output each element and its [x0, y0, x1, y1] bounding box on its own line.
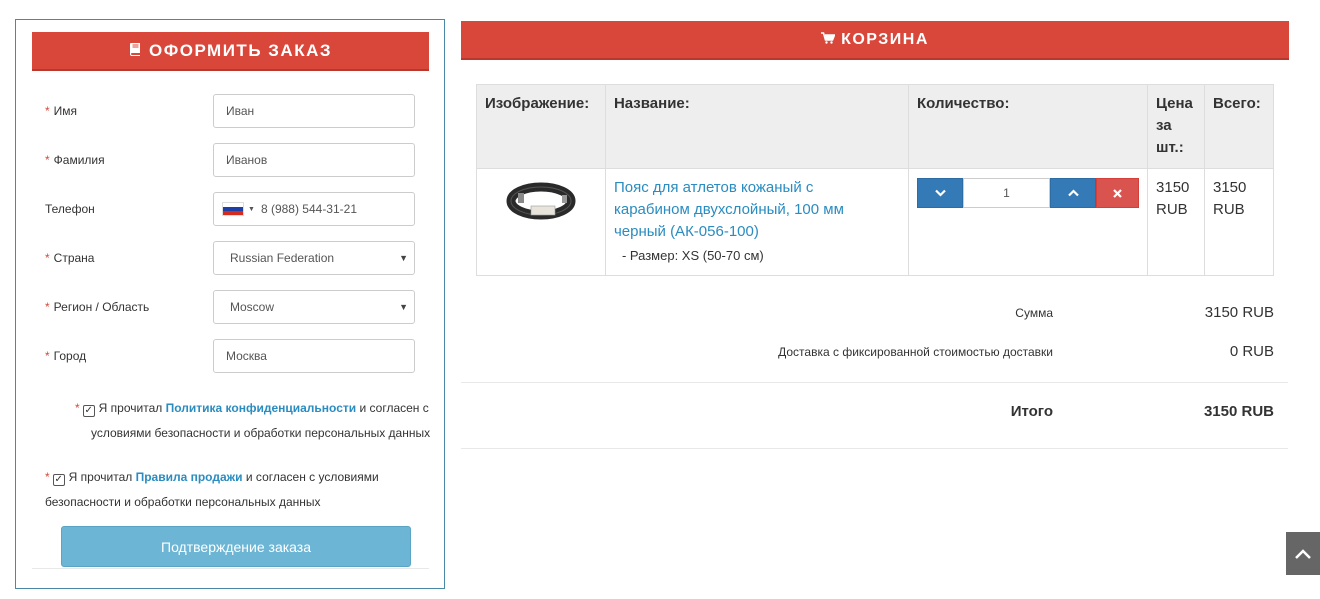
subtotal-label: Сумма	[1015, 306, 1053, 320]
last-name-input[interactable]: Иванов	[213, 143, 415, 177]
quantity-input[interactable]: 1	[963, 178, 1051, 208]
cart-title: КОРЗИНА	[841, 30, 929, 48]
caret-down-icon: ▼	[399, 253, 408, 263]
phone-row: Телефон ▼ 8 (988) 544-31-21	[16, 192, 446, 226]
phone-input[interactable]: ▼ 8 (988) 544-31-21	[213, 192, 415, 226]
required-marker: *	[45, 349, 50, 363]
table-row: Пояс для атлетов кожаный с карабином дву…	[476, 168, 1274, 276]
header-quantity: Количество:	[908, 84, 1149, 169]
header-unit-price: Цена за шт.:	[1147, 84, 1205, 169]
required-marker: *	[45, 251, 50, 265]
terms-checkbox[interactable]: ✓	[52, 474, 65, 486]
order-form-title: ОФОРМИТЬ ЗАКАЗ	[148, 40, 332, 60]
order-form-panel: ОФОРМИТЬ ЗАКАЗ * Имя Иван * Фамилия Иванов…	[15, 19, 445, 589]
chevron-up-icon	[1295, 548, 1311, 559]
last-name-row: * Фамилия Иванов	[16, 143, 446, 177]
decrease-quantity-button[interactable]	[917, 178, 964, 208]
privacy-policy-link[interactable]: Политика конфиденциальности	[166, 401, 357, 415]
region-row: * Регион / Область Moscow ▼	[16, 290, 446, 324]
confirm-order-button[interactable]: Подтверждение заказа	[61, 526, 411, 567]
privacy-checkbox[interactable]: ✓	[82, 405, 95, 417]
city-label: Город	[53, 349, 87, 363]
country-label: Страна	[53, 251, 95, 265]
first-name-input[interactable]: Иван	[213, 94, 415, 128]
order-form-header: ОФОРМИТЬ ЗАКАЗ	[32, 32, 429, 69]
header-name: Название:	[604, 84, 910, 169]
quantity-cell: 1	[908, 168, 1149, 276]
country-select[interactable]: Russian Federation ▼	[213, 241, 415, 275]
country-row: * Страна Russian Federation ▼	[16, 241, 446, 275]
shopping-cart-icon	[821, 32, 836, 47]
required-marker: *	[45, 153, 50, 167]
russia-flag-icon[interactable]	[222, 202, 244, 216]
divider	[461, 382, 1288, 383]
line-total-cell: 3150 RUB	[1204, 168, 1274, 276]
last-name-label: Фамилия	[53, 153, 105, 167]
header-total: Всего:	[1204, 84, 1274, 169]
cart-header: КОРЗИНА	[461, 21, 1289, 58]
product-name-cell: Пояс для атлетов кожаный с карабином дву…	[604, 168, 910, 276]
scroll-to-top-button[interactable]	[1286, 532, 1320, 575]
first-name-row: * Имя Иван	[16, 94, 446, 128]
grand-total-label: Итого	[1010, 403, 1053, 420]
subtotal-value: 3150 RUB	[1204, 304, 1274, 321]
divider	[32, 568, 429, 569]
delivery-label: Доставка с фиксированной стоимостью дост…	[778, 345, 1053, 359]
book-icon	[129, 42, 141, 59]
increase-quantity-button[interactable]	[1050, 178, 1097, 208]
unit-price-cell: 3150 RUB	[1147, 168, 1205, 276]
phone-value: 8 (988) 544-31-21	[260, 202, 358, 216]
cart-table: Изображение: Название: Количество: Цена …	[476, 84, 1274, 276]
chevron-up-icon	[1067, 189, 1079, 197]
caret-down-icon: ▼	[399, 302, 408, 312]
divider	[461, 448, 1288, 449]
privacy-agreement: * ✓ Я прочитал Политика конфиденциальности…	[75, 401, 431, 440]
city-input[interactable]: Москва	[213, 339, 415, 373]
city-row: * Город Москва	[16, 339, 446, 373]
delivery-value: 0 RUB	[1229, 343, 1274, 360]
remove-item-button[interactable]	[1096, 178, 1140, 208]
product-image-cell	[476, 168, 606, 276]
cart-header-row: Изображение: Название: Количество: Цена …	[476, 84, 1274, 169]
terms-agreement: * ✓ Я прочитал Правила продажи и согласен …	[45, 470, 379, 509]
header-image: Изображение:	[476, 84, 606, 169]
product-link[interactable]: Пояс для атлетов кожаный с карабином дву…	[614, 177, 900, 243]
chevron-down-icon	[934, 189, 946, 197]
sales-rules-link[interactable]: Правила продажи	[136, 470, 243, 484]
region-select[interactable]: Moscow ▼	[213, 290, 415, 324]
first-name-label: Имя	[53, 104, 78, 118]
caret-down-icon[interactable]: ▼	[248, 206, 255, 213]
required-marker: *	[45, 300, 50, 314]
grand-total-value: 3150 RUB	[1203, 403, 1274, 420]
phone-label: Телефон	[45, 202, 95, 216]
region-value: Moscow	[230, 300, 275, 314]
quantity-stepper: 1	[917, 178, 1140, 208]
required-marker: *	[45, 104, 50, 118]
product-option: - Размер: XS (50-70 см)	[621, 248, 764, 263]
region-label: Регион / Область	[53, 300, 150, 314]
country-value: Russian Federation	[230, 251, 335, 265]
product-image[interactable]	[506, 179, 576, 223]
close-icon	[1113, 188, 1122, 198]
